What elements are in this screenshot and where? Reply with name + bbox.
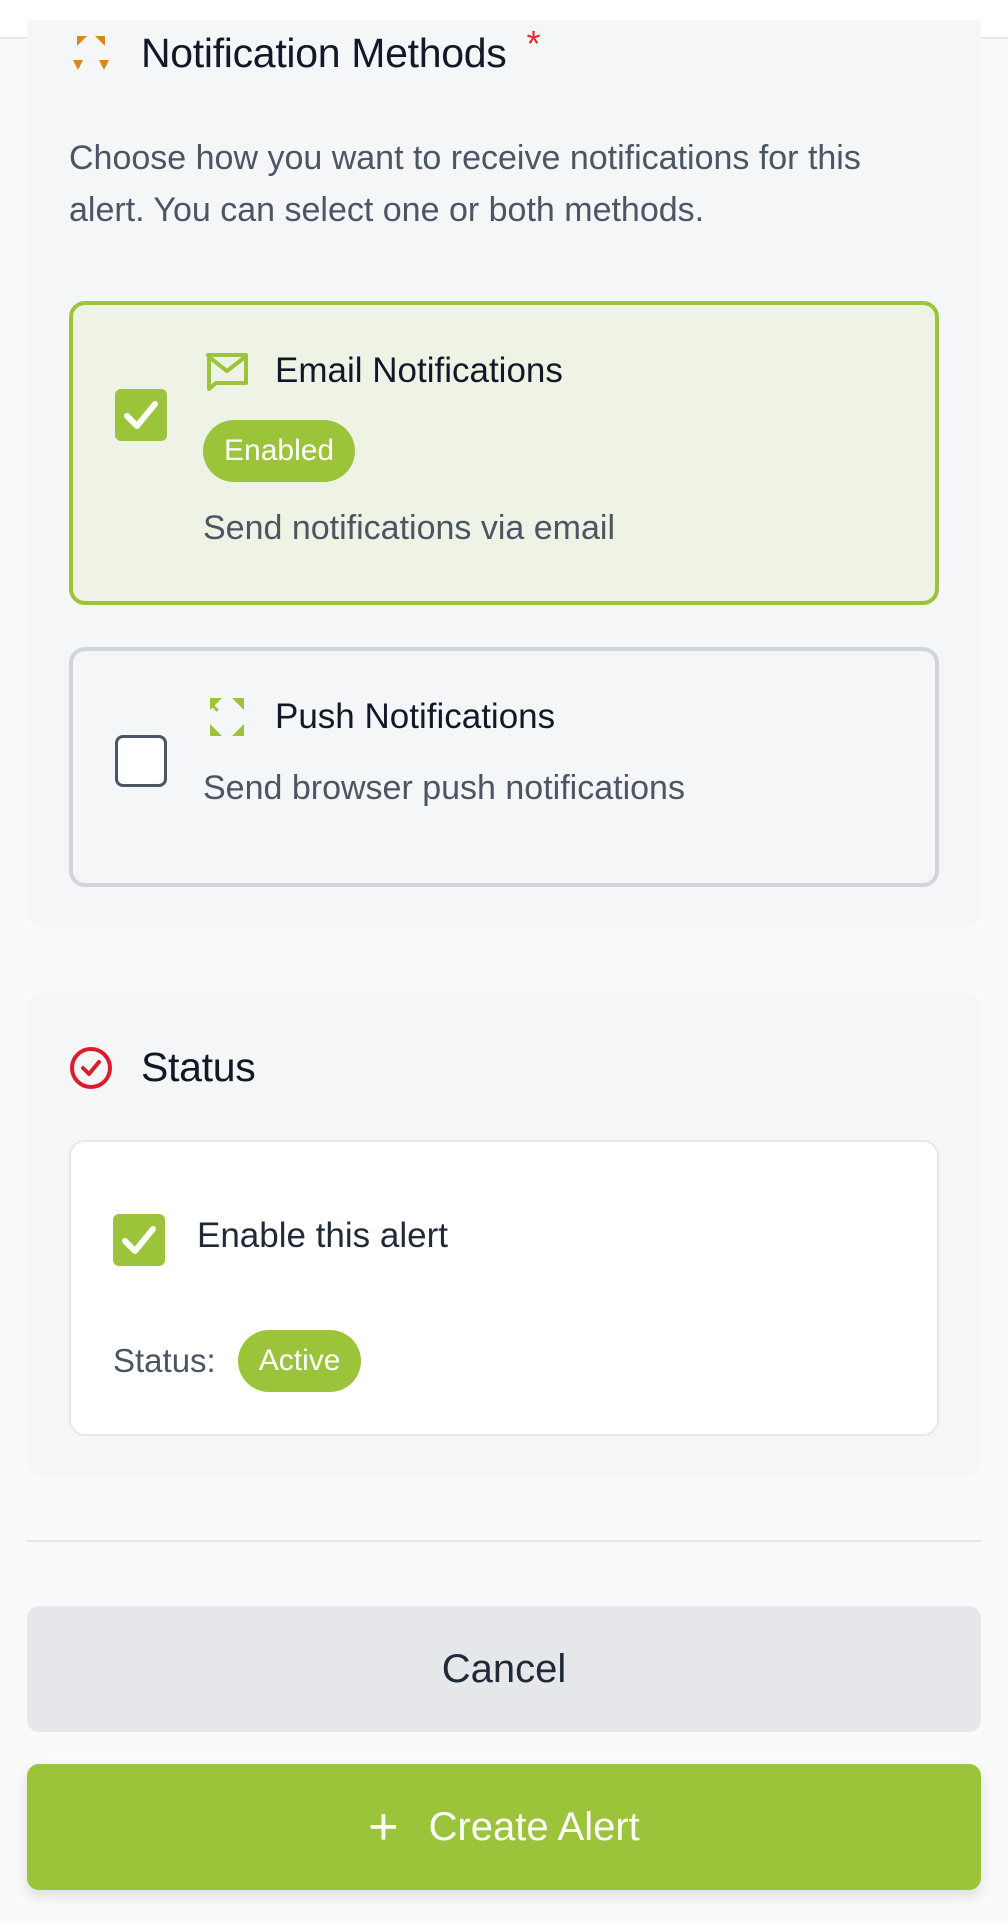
push-option-title: Push Notifications bbox=[275, 697, 556, 736]
email-option-title: Email Notifications bbox=[275, 351, 563, 390]
enabled-badge: Enabled bbox=[203, 420, 356, 482]
email-option-description: Send notifications via email bbox=[203, 509, 616, 547]
required-marker: * bbox=[526, 22, 541, 64]
status-line: Status: Active bbox=[113, 1330, 362, 1392]
create-alert-button[interactable]: + Create Alert bbox=[27, 1764, 981, 1890]
push-option-description: Send browser push notifications bbox=[203, 769, 685, 807]
cancel-button[interactable]: Cancel bbox=[27, 1606, 981, 1732]
status-label: Status: bbox=[113, 1342, 216, 1379]
expand-arrows-icon bbox=[203, 693, 251, 741]
divider bbox=[27, 1540, 981, 1542]
push-checkbox[interactable] bbox=[115, 735, 167, 787]
email-checkbox[interactable] bbox=[115, 389, 167, 441]
status-box: Enable this alert Status: Active bbox=[69, 1140, 939, 1436]
enable-alert-checkbox[interactable] bbox=[113, 1214, 165, 1266]
plus-icon: + bbox=[368, 1798, 399, 1856]
email-option-header: Email Notifications bbox=[203, 347, 563, 395]
check-circle-icon bbox=[69, 1046, 113, 1090]
checkmark-icon bbox=[122, 1226, 156, 1254]
push-notifications-option[interactable]: Push Notifications Send browser push not… bbox=[69, 647, 939, 887]
notification-methods-header: Notification Methods * bbox=[69, 23, 540, 77]
checkmark-icon bbox=[124, 401, 158, 429]
status-title: Status bbox=[141, 1044, 256, 1090]
status-header: Status bbox=[69, 1044, 256, 1091]
status-section: Status Enable this alert Status: Active bbox=[27, 992, 981, 1478]
status-badge: Active bbox=[237, 1330, 362, 1392]
push-option-header: Push Notifications bbox=[203, 693, 555, 741]
cancel-button-label: Cancel bbox=[441, 1646, 567, 1691]
notification-methods-description: Choose how you want to receive notificat… bbox=[69, 139, 861, 229]
notification-methods-title: Notification Methods bbox=[141, 30, 507, 76]
expand-arrows-icon bbox=[69, 32, 113, 76]
notification-methods-section: Notification Methods * Choose how you wa… bbox=[27, 20, 981, 928]
email-notifications-option[interactable]: Email Notifications Enabled Send notific… bbox=[69, 301, 939, 605]
mail-icon bbox=[203, 347, 251, 395]
create-alert-button-label: Create Alert bbox=[428, 1804, 640, 1849]
enable-alert-label[interactable]: Enable this alert bbox=[197, 1216, 448, 1256]
